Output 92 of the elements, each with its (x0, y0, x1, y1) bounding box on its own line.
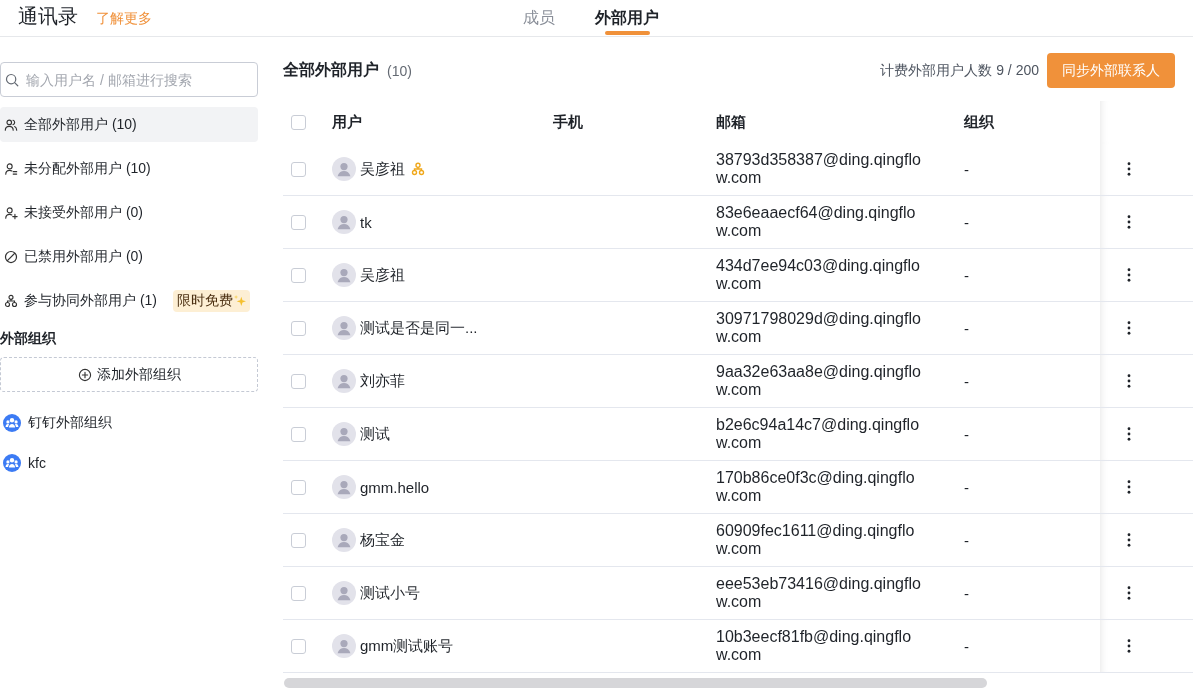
page-title: 通讯录 (18, 4, 78, 29)
more-icon[interactable] (1127, 268, 1131, 282)
user-count: (10) (387, 62, 412, 79)
sidebar-item[interactable]: 未接受外部用户 (0) (0, 195, 258, 230)
more-icon[interactable] (1127, 321, 1131, 335)
checkbox[interactable] (291, 373, 306, 389)
more-icon[interactable] (1127, 533, 1131, 547)
more-icon[interactable] (1127, 586, 1131, 600)
org-cell: - (964, 478, 969, 496)
sidebar-item[interactable]: 已禁用外部用户 (0) (0, 239, 258, 274)
avatar-icon (332, 634, 356, 658)
checkbox[interactable] (291, 479, 306, 495)
person-list-icon (4, 161, 18, 176)
avatar-icon (332, 263, 356, 287)
email-cell: 38793d358387@ding.qingflow.com (716, 151, 921, 187)
org-cell: - (964, 584, 969, 602)
org-cell: - (964, 425, 969, 443)
person-add-icon (4, 205, 18, 220)
more-icon[interactable] (1127, 427, 1131, 441)
user-name: 吴彦祖 (360, 159, 405, 179)
user-name: gmm.hello (360, 478, 430, 496)
sparkle-icon (233, 293, 247, 308)
more-icon[interactable] (1127, 374, 1131, 388)
avatar-icon (332, 210, 356, 234)
search-icon (5, 72, 19, 87)
org-cell: - (964, 372, 969, 390)
email-cell-text: 170b86ce0f3c@ding.qingflow.com (716, 469, 916, 505)
user-name: 杨宝金 (360, 530, 405, 550)
email-cell: 434d7ee94c03@ding.qingflow.com (716, 257, 921, 293)
sidebar-item[interactable]: 未分配外部用户 (10) (0, 151, 258, 186)
team-icon (3, 454, 21, 472)
email-cell: eee53eb73416@ding.qingflow.com (716, 575, 921, 611)
email-cell-text: 60909fec1611@ding.qingflow.com (716, 522, 916, 558)
scrollbar-thumb[interactable] (284, 677, 987, 688)
user-name: 吴彦祖 (360, 265, 405, 285)
avatar-icon (332, 475, 356, 499)
hierarchy-icon (4, 293, 18, 308)
user-name: 测试 (360, 424, 390, 444)
org-item[interactable]: kfc (0, 445, 258, 481)
checkbox[interactable] (291, 638, 306, 654)
more-icon[interactable] (1127, 215, 1131, 229)
checkbox[interactable] (291, 161, 306, 177)
more-icon[interactable] (1127, 162, 1131, 176)
avatar-icon (332, 528, 356, 552)
section-heading: 外部组织 (0, 329, 57, 348)
avatar-icon (332, 581, 356, 605)
email-cell: b2e6c94a14c7@ding.qingflow.com (716, 416, 921, 452)
email-cell: 30971798029d@ding.qingflow.com (716, 310, 921, 346)
avatar-icon (332, 157, 356, 181)
checkbox[interactable] (291, 320, 306, 336)
email-cell: 9aa32e63aa8e@ding.qingflow.com (716, 363, 921, 399)
search-field[interactable]: 输入用户名 / 邮箱进行搜索 (0, 62, 258, 97)
email-cell-text: 10b3eecf81fb@ding.qingflow.com (716, 628, 913, 664)
avatar-icon (332, 316, 356, 340)
org-cell: - (964, 531, 969, 549)
plus-circle-icon (77, 367, 92, 382)
column-header: 手机 (553, 112, 583, 130)
org-item[interactable]: 钉钉外部组织 (0, 405, 258, 441)
group-icon (4, 117, 18, 132)
ban-icon (4, 249, 18, 264)
team-icon (3, 414, 21, 432)
more-icon[interactable] (1127, 480, 1131, 494)
user-name: 测试小号 (360, 583, 420, 603)
column-header: 用户 (332, 112, 362, 130)
user-name: 刘亦菲 (360, 371, 405, 391)
checkbox[interactable] (291, 114, 306, 130)
checkbox[interactable] (291, 267, 306, 283)
org-cell: - (964, 319, 969, 337)
checkbox[interactable] (291, 214, 306, 230)
user-name: tk (360, 213, 372, 231)
org-cell: - (964, 266, 969, 284)
checkbox[interactable] (291, 585, 306, 601)
user-name: 测试是否是同一... (360, 318, 478, 338)
column-header: 邮箱 (716, 112, 746, 130)
column-header: 组织 (964, 112, 994, 130)
more-icon[interactable] (1127, 639, 1131, 653)
checkbox[interactable] (291, 532, 306, 548)
tab[interactable]: 外部用户 (595, 0, 659, 36)
checkbox[interactable] (291, 426, 306, 442)
avatar-icon (332, 422, 356, 446)
avatar-icon (332, 369, 356, 393)
promo-badge: 限时免费 (173, 289, 250, 312)
billing-quota: 计费外部用户人数 9 / 200 (880, 61, 1039, 80)
user-name: gmm测试账号 (360, 636, 454, 656)
org-cell: - (964, 213, 969, 231)
sidebar-item[interactable]: 全部外部用户 (10) (0, 107, 258, 142)
section-title: 全部外部用户 (283, 60, 379, 80)
email-cell-text: 83e6eaaecf64@ding.qingflow.com (716, 204, 917, 240)
sidebar-item[interactable]: 参与协同外部用户 (1) 限时免费 (0, 283, 258, 318)
add-org-button[interactable]: 添加外部组织 (0, 357, 258, 392)
org-cell: - (964, 637, 969, 655)
org-cell: - (964, 160, 969, 178)
